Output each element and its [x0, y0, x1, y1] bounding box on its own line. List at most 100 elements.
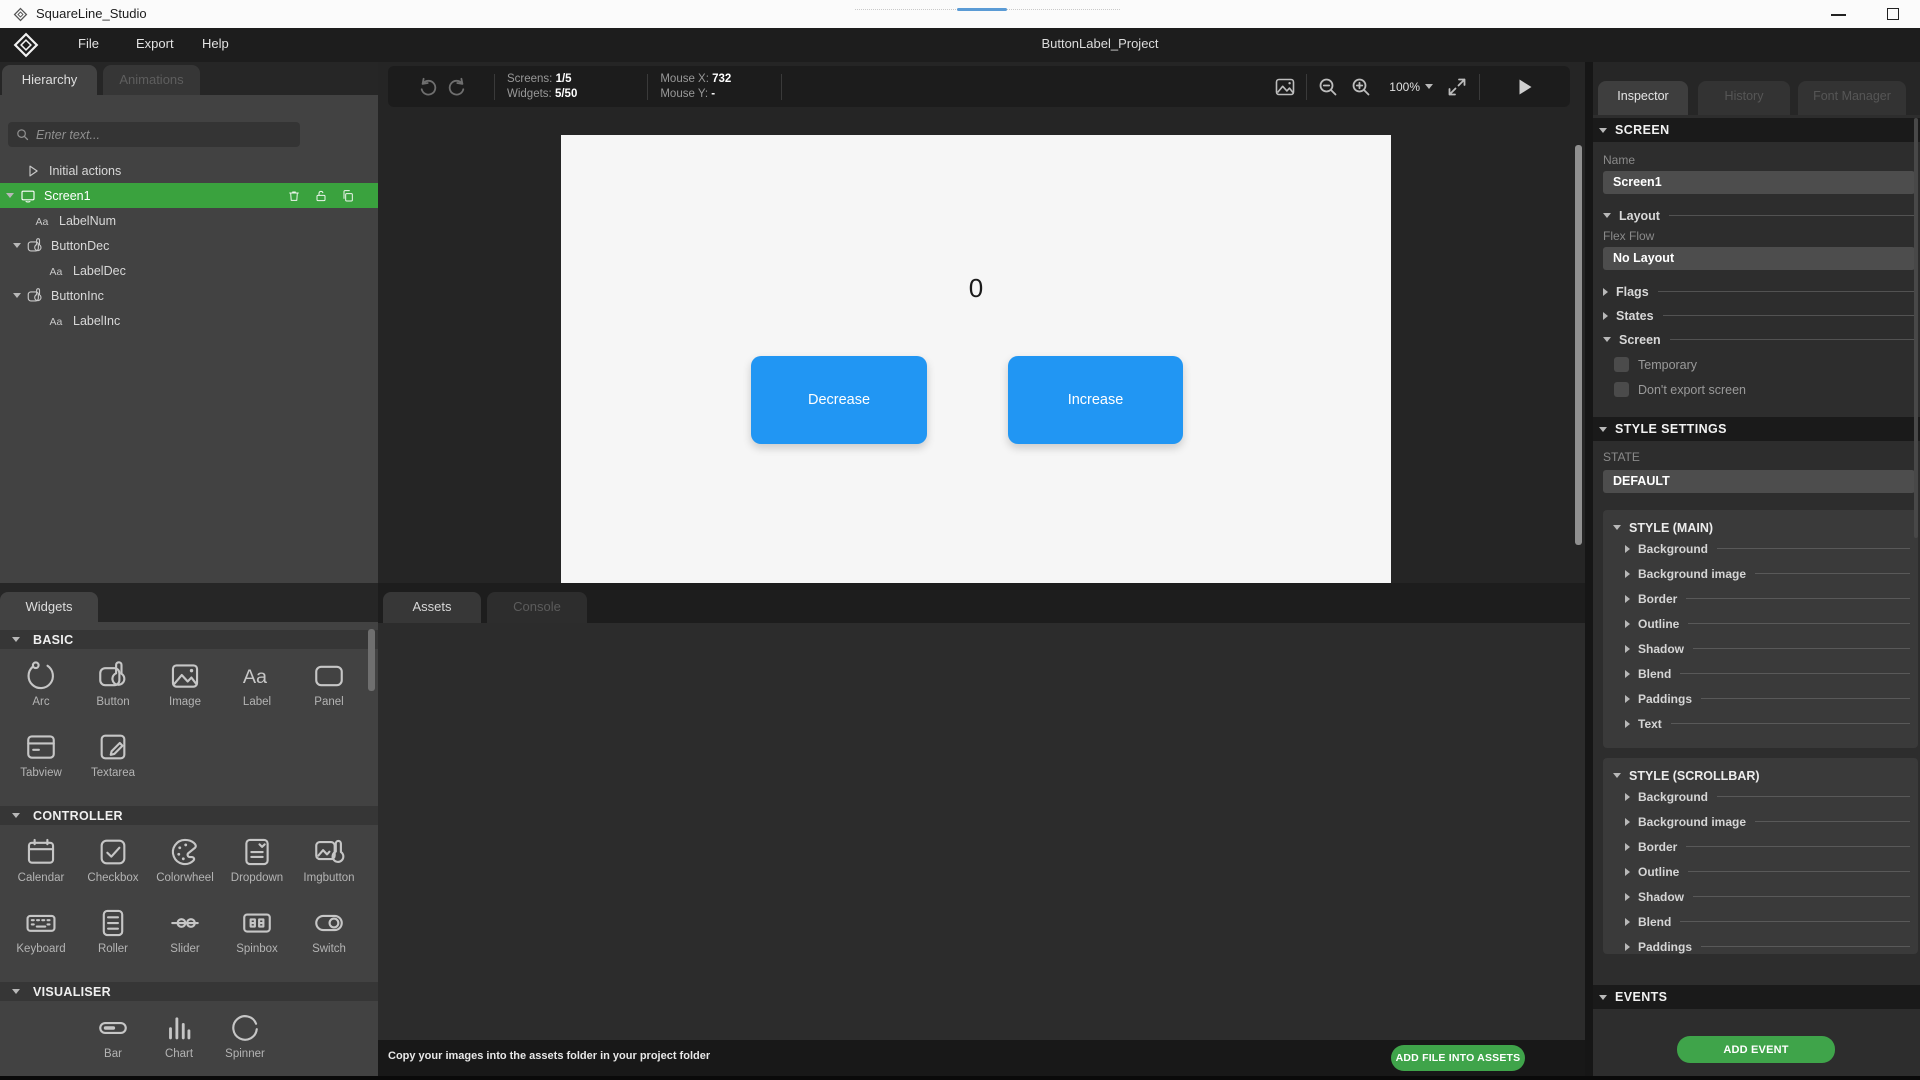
- widget-textarea[interactable]: Textarea: [77, 727, 149, 789]
- flags-group-row[interactable]: Flags: [1603, 283, 1915, 300]
- tree-item-labeldec[interactable]: AaLabelDec: [0, 258, 378, 283]
- widget-spinbox[interactable]: Spinbox: [221, 903, 293, 965]
- menu-help[interactable]: Help: [202, 36, 229, 51]
- widget-keyboard[interactable]: Keyboard: [5, 903, 77, 965]
- style-item-border[interactable]: Border: [1603, 586, 1918, 611]
- widget-colorwheel[interactable]: Colorwheel: [149, 832, 221, 894]
- widget-dropdown[interactable]: Dropdown: [221, 832, 293, 894]
- style-item-blend[interactable]: Blend: [1603, 661, 1918, 686]
- collapse-caret-icon: [1603, 213, 1611, 218]
- temporary-checkbox[interactable]: [1614, 357, 1629, 372]
- style-settings-header[interactable]: STYLE SETTINGS: [1593, 417, 1920, 441]
- flex-flow-input[interactable]: No Layout: [1603, 247, 1915, 270]
- expander-icon[interactable]: [13, 293, 21, 298]
- screen-section-header[interactable]: SCREEN: [1593, 118, 1920, 142]
- menu-export[interactable]: Export: [136, 36, 174, 51]
- style-item-text[interactable]: Text: [1603, 711, 1918, 736]
- zoom-in-icon[interactable]: [1349, 75, 1373, 99]
- state-dropdown[interactable]: DEFAULT: [1603, 470, 1915, 493]
- widgets-scrollbar[interactable]: [368, 629, 375, 691]
- tree-item-labelinc[interactable]: AaLabelInc: [0, 308, 378, 333]
- copy-icon[interactable]: [340, 188, 356, 204]
- widget-chart[interactable]: Chart: [146, 1008, 212, 1070]
- widget-section-header-basic[interactable]: BASIC: [0, 630, 378, 649]
- layout-group-row[interactable]: Layout: [1603, 207, 1915, 224]
- unlock-icon[interactable]: [313, 188, 329, 204]
- widget-imgbutton[interactable]: Imgbutton: [293, 832, 365, 894]
- zoom-level[interactable]: 100%: [1389, 80, 1420, 94]
- tab-console[interactable]: Console: [487, 592, 587, 623]
- redo-icon[interactable]: [446, 75, 470, 99]
- mouse-position-stats: Mouse X: 732 Mouse Y: -: [660, 72, 731, 102]
- widget-section-header-controller[interactable]: CONTROLLER: [0, 806, 378, 825]
- tree-item-screen1[interactable]: Screen1: [0, 183, 378, 208]
- play-icon[interactable]: [1512, 75, 1536, 99]
- tree-item-buttondec[interactable]: ButtonDec: [0, 233, 378, 258]
- style-item-outline[interactable]: Outline: [1603, 611, 1918, 636]
- style-item-paddings[interactable]: Paddings: [1603, 686, 1918, 711]
- widget-image[interactable]: Image: [149, 656, 221, 718]
- style-item-paddings[interactable]: Paddings: [1603, 934, 1918, 959]
- widget-calendar[interactable]: Calendar: [5, 832, 77, 894]
- style-item-shadow[interactable]: Shadow: [1603, 884, 1918, 909]
- name-input[interactable]: Screen1: [1603, 171, 1915, 194]
- tab-inspector[interactable]: Inspector: [1598, 81, 1688, 115]
- tree-item-initial-actions[interactable]: Initial actions: [0, 158, 378, 183]
- widget-spinner[interactable]: Spinner: [212, 1008, 278, 1070]
- style-item-background[interactable]: Background: [1603, 536, 1918, 561]
- widget-label[interactable]: AaLabel: [221, 656, 293, 718]
- style-item-background-image[interactable]: Background image: [1603, 809, 1918, 834]
- style-item-outline[interactable]: Outline: [1603, 859, 1918, 884]
- tab-hierarchy[interactable]: Hierarchy: [2, 65, 97, 95]
- widget-section-header-visualiser[interactable]: VISUALISER: [0, 982, 378, 1001]
- tab-history[interactable]: History: [1698, 81, 1790, 115]
- maximize-button[interactable]: [1882, 3, 1906, 25]
- trash-icon[interactable]: [286, 188, 302, 204]
- screen-group-row[interactable]: Screen: [1603, 331, 1915, 348]
- minimize-button[interactable]: [1828, 3, 1852, 25]
- style-panel-title[interactable]: STYLE (MAIN): [1603, 510, 1918, 536]
- tree-item-labelnum[interactable]: AaLabelNum: [0, 208, 378, 233]
- widget-checkbox[interactable]: Checkbox: [77, 832, 149, 894]
- widget-slider[interactable]: Slider: [149, 903, 221, 965]
- zoom-dropdown-caret-icon[interactable]: [1425, 84, 1433, 89]
- dont-export-checkbox[interactable]: [1614, 382, 1629, 397]
- style-item-background-image[interactable]: Background image: [1603, 561, 1918, 586]
- style-item-blend[interactable]: Blend: [1603, 909, 1918, 934]
- tab-font-manager[interactable]: Font Manager: [1798, 81, 1906, 115]
- decrease-button[interactable]: Decrease: [751, 356, 927, 444]
- style-item-background[interactable]: Background: [1603, 784, 1918, 809]
- undo-icon[interactable]: [415, 75, 439, 99]
- increase-button[interactable]: Increase: [1008, 356, 1183, 444]
- style-panel-title[interactable]: STYLE (SCROLLBAR): [1603, 758, 1918, 784]
- tab-animations[interactable]: Animations: [103, 65, 200, 95]
- tree-item-buttoninc[interactable]: ButtonInc: [0, 283, 378, 308]
- add-event-button[interactable]: ADD EVENT: [1677, 1036, 1835, 1063]
- counter-label[interactable]: 0: [561, 273, 1391, 304]
- states-group-row[interactable]: States: [1603, 307, 1915, 324]
- zoom-out-icon[interactable]: [1316, 75, 1340, 99]
- widget-arc[interactable]: Arc: [5, 656, 77, 718]
- expand-icon[interactable]: [1445, 75, 1469, 99]
- widget-panel[interactable]: Panel: [293, 656, 365, 718]
- add-file-into-assets-button[interactable]: ADD FILE INTO ASSETS: [1391, 1045, 1525, 1071]
- expander-icon[interactable]: [6, 193, 14, 198]
- widget-button[interactable]: Button: [77, 656, 149, 718]
- inspector-scrollbar[interactable]: [1914, 118, 1918, 538]
- events-header[interactable]: EVENTS: [1593, 985, 1920, 1009]
- expander-icon[interactable]: [13, 243, 21, 248]
- widget-bar[interactable]: Bar: [80, 1008, 146, 1070]
- tab-assets[interactable]: Assets: [383, 592, 481, 623]
- widget-roller[interactable]: Roller: [77, 903, 149, 965]
- menu-file[interactable]: File: [78, 36, 99, 51]
- style-item-shadow[interactable]: Shadow: [1603, 636, 1918, 661]
- widget-switch[interactable]: Switch: [293, 903, 365, 965]
- spinner-icon: [228, 1011, 262, 1045]
- design-screen[interactable]: 0 Decrease Increase: [561, 135, 1391, 583]
- style-item-border[interactable]: Border: [1603, 834, 1918, 859]
- canvas-scrollbar[interactable]: [1575, 145, 1582, 545]
- fit-image-icon[interactable]: [1273, 75, 1297, 99]
- widget-tabview[interactable]: Tabview: [5, 727, 77, 789]
- search-input[interactable]: [36, 122, 291, 147]
- tab-widgets[interactable]: Widgets: [0, 592, 98, 622]
